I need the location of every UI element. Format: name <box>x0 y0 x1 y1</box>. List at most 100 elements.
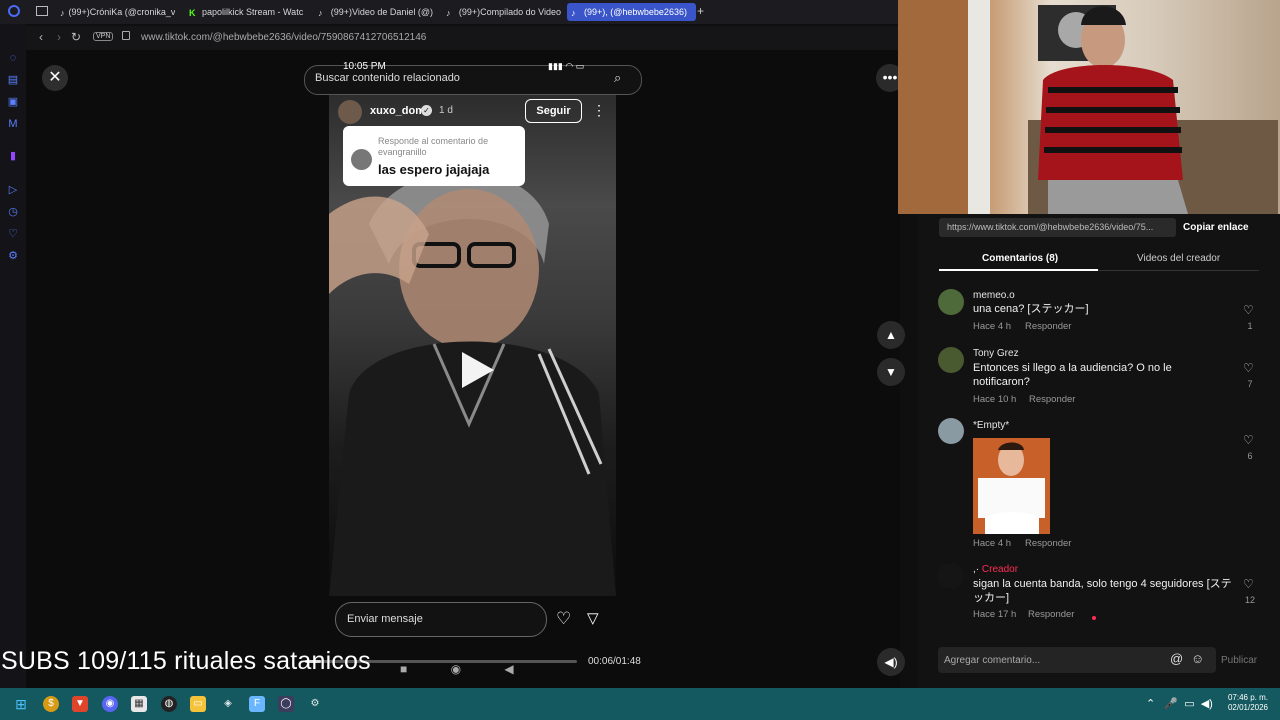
kick-icon: K <box>189 7 196 18</box>
tab-cronika[interactable]: ♪ (99+)CróniKa (@cronika_v <box>60 3 175 21</box>
system-tray[interactable]: ⌃ 🎤 ▭ ◀) <box>1146 697 1213 710</box>
comment-avatar[interactable] <box>938 347 964 373</box>
app-f-icon[interactable]: F <box>249 696 265 712</box>
settings-gear-icon[interactable]: ⚙ <box>307 696 323 712</box>
heart-icon[interactable]: ♡ <box>1243 433 1254 447</box>
comment-avatar[interactable] <box>938 289 964 315</box>
mention-icon[interactable]: @ <box>1170 651 1183 666</box>
settings-icon[interactable]: ⚙ <box>7 250 19 262</box>
back-button[interactable]: ‹ <box>33 29 49 45</box>
reply-button[interactable]: Responder <box>1025 321 1071 332</box>
gamepad-icon[interactable]: ◈ <box>220 696 236 712</box>
phone-status-time: 10:05 PM <box>343 61 386 72</box>
link-text[interactable]: https://www.tiktok.com/@hebwbebe2636/vid… <box>947 222 1172 232</box>
reload-button[interactable]: ↻ <box>68 29 84 45</box>
shopping-icon[interactable]: ▤ <box>7 74 19 86</box>
play-icon[interactable] <box>458 350 498 390</box>
tab-label: papolilkick Stream - Watc <box>202 7 304 17</box>
comment-author-name: ,· <box>973 564 980 575</box>
comment-sticker-image[interactable] <box>973 438 1050 534</box>
twitch-icon[interactable]: ▮ <box>7 150 19 162</box>
file-explorer-icon[interactable]: ▭ <box>190 696 206 712</box>
heart-icon[interactable]: ♡ <box>1243 577 1254 591</box>
creator-liked-dot <box>1092 616 1096 620</box>
publish-button[interactable]: Publicar <box>1221 655 1257 666</box>
tab-active-indicator <box>939 269 1098 271</box>
close-icon[interactable]: ✕ <box>42 65 68 91</box>
share-icon[interactable]: ▽ <box>587 609 599 627</box>
verified-icon: ✓ <box>421 105 432 116</box>
obs-icon[interactable]: ◍ <box>161 696 177 712</box>
heart-icon[interactable]: ♡ <box>556 609 571 629</box>
comment-author[interactable]: *Empty* <box>973 420 1009 431</box>
reply-button[interactable]: Responder <box>1028 609 1074 620</box>
tab-overview-icon[interactable] <box>36 6 48 16</box>
webcam-scene <box>898 0 1278 214</box>
add-comment-placeholder: Agregar comentario... <box>944 655 1041 666</box>
url-text[interactable]: www.tiktok.com/@hebwbebe2636/video/75908… <box>141 32 426 43</box>
tab-label: (99+)Compilado do Video <box>458 7 561 17</box>
heart-icon[interactable]: ♡ <box>1243 361 1254 375</box>
emoji-icon[interactable]: ☺ <box>1191 651 1204 666</box>
messenger-icon[interactable]: M <box>7 118 19 130</box>
next-video-button[interactable]: ▼ <box>877 358 905 386</box>
tiktok-icon: ♪ <box>446 7 451 18</box>
video-menu-icon[interactable]: ⋮ <box>592 102 606 119</box>
creator-avatar[interactable] <box>338 100 362 124</box>
progress-time: 00:06/01:48 <box>588 656 641 667</box>
tab-kick-stream[interactable]: Kpapolilkick Stream - Watc <box>189 3 304 21</box>
reply-button[interactable]: Responder <box>1029 394 1075 405</box>
tab-label: (99+), (@hebwbebe2636) <box>584 7 687 17</box>
tab-label: (99+)Video de Daniel (@) <box>330 7 433 17</box>
taskbar-clock[interactable]: 07:46 p. m. 02/01/2026 <box>1226 693 1268 713</box>
reply-button[interactable]: Responder <box>1025 538 1071 549</box>
search-icon[interactable]: ⌕ <box>614 70 632 88</box>
follow-button[interactable]: Seguir <box>525 99 582 123</box>
like-count: 6 <box>1247 451 1253 461</box>
like-count: 7 <box>1247 379 1253 389</box>
volume-icon[interactable]: ◀) <box>877 648 905 676</box>
reply-label: Responde al comentario de evangranillo <box>378 136 489 157</box>
creator-username[interactable]: xuxo_dom <box>370 105 425 117</box>
previous-video-button[interactable]: ▲ <box>877 321 905 349</box>
heart-icon[interactable]: ♡ <box>1243 303 1254 317</box>
comment-author[interactable]: memeo.o <box>973 290 1015 301</box>
tab-comments[interactable]: Comentarios (8) <box>982 253 1058 264</box>
history-icon[interactable]: ◷ <box>7 206 19 218</box>
windows-start-icon[interactable]: ⊞ <box>13 696 29 712</box>
copy-link-button[interactable]: Copiar enlace <box>1183 222 1249 233</box>
aria-icon[interactable]: ◌ <box>7 52 19 64</box>
sticker-graphic <box>978 442 1045 534</box>
forward-button[interactable]: › <box>51 29 67 45</box>
brave-icon[interactable]: ▼ <box>72 696 88 712</box>
clock-date: 02/01/2026 <box>1227 703 1268 712</box>
discord-icon[interactable]: ◉ <box>102 696 118 712</box>
wallet-icon[interactable]: ▣ <box>7 96 19 108</box>
address-bar <box>0 26 900 50</box>
dollar-app-icon[interactable]: $ <box>43 696 59 712</box>
tab-label: (99+)CróniKa (@cronika_v <box>68 7 176 17</box>
opera-gx-icon[interactable]: ◯ <box>278 696 294 712</box>
comment-avatar[interactable] <box>938 563 964 589</box>
tab-compilado[interactable]: ♪ (99+)Compilado do Video <box>446 3 561 21</box>
webcam-overlay <box>898 0 1280 214</box>
comment-text: Entonces si llego a la audiencia? O no l… <box>973 362 1172 388</box>
stream-overlay-subs: SUBS 109/115 rituales satanicos <box>1 647 371 675</box>
comment-avatar[interactable] <box>938 418 964 444</box>
tab-video-daniel[interactable]: ♪ (99+)Video de Daniel (@) <box>318 3 433 21</box>
reply-avatar <box>351 149 372 170</box>
tab-creator-videos[interactable]: Videos del creador <box>1137 253 1220 264</box>
store-icon[interactable]: ▦ <box>131 696 147 712</box>
comment-author[interactable]: Tony Grez <box>973 348 1019 359</box>
tab-hebwbebe-active[interactable]: ♪ (99+), (@hebwbebe2636) <box>567 3 696 21</box>
bookmarks-icon[interactable]: ♡ <box>7 228 19 240</box>
comment-author[interactable]: ,· Creador <box>973 564 1018 575</box>
opera-logo-icon[interactable] <box>8 5 20 17</box>
message-placeholder: Enviar mensaje <box>347 613 423 625</box>
player-icon[interactable]: ▷ <box>7 184 19 196</box>
vpn-badge[interactable]: VPN <box>93 32 114 41</box>
android-nav-icons: ■ ◉ ◀ <box>400 662 514 676</box>
new-tab-button[interactable]: + <box>697 4 704 18</box>
creator-badge: Creador <box>981 564 1019 575</box>
like-count: 1 <box>1247 321 1253 331</box>
